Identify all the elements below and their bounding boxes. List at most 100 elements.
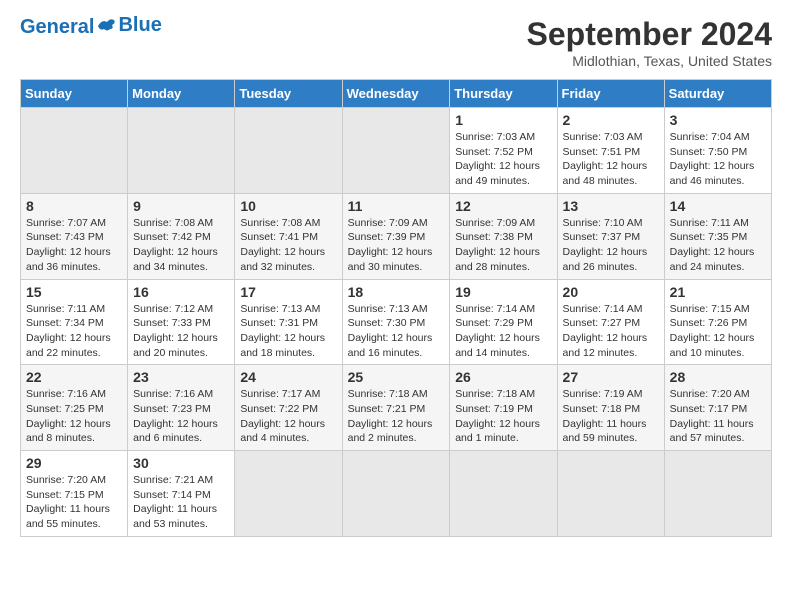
calendar-cell: 11 Sunrise: 7:09 AM Sunset: 7:39 PM Dayl…	[342, 193, 450, 279]
calendar-table: SundayMondayTuesdayWednesdayThursdayFrid…	[20, 79, 772, 537]
day-number: 26	[455, 369, 551, 385]
calendar-cell	[450, 451, 557, 537]
cell-content: Sunrise: 7:07 AM Sunset: 7:43 PM Dayligh…	[26, 217, 111, 273]
cell-content: Sunrise: 7:13 AM Sunset: 7:31 PM Dayligh…	[240, 303, 325, 359]
calendar-cell: 28 Sunrise: 7:20 AM Sunset: 7:17 PM Dayl…	[664, 365, 771, 451]
calendar-cell: 27 Sunrise: 7:19 AM Sunset: 7:18 PM Dayl…	[557, 365, 664, 451]
calendar-cell: 17 Sunrise: 7:13 AM Sunset: 7:31 PM Dayl…	[235, 279, 342, 365]
cell-content: Sunrise: 7:10 AM Sunset: 7:37 PM Dayligh…	[563, 217, 648, 273]
cell-content: Sunrise: 7:20 AM Sunset: 7:17 PM Dayligh…	[670, 388, 754, 444]
calendar-cell	[235, 451, 342, 537]
weekday-header-friday: Friday	[557, 80, 664, 108]
calendar-cell: 22 Sunrise: 7:16 AM Sunset: 7:25 PM Dayl…	[21, 365, 128, 451]
calendar-body: 1 Sunrise: 7:03 AM Sunset: 7:52 PM Dayli…	[21, 108, 772, 537]
cell-content: Sunrise: 7:17 AM Sunset: 7:22 PM Dayligh…	[240, 388, 325, 444]
page-header: General Blue September 2024 Midlothian, …	[20, 16, 772, 69]
calendar-cell	[664, 451, 771, 537]
day-number: 27	[563, 369, 659, 385]
day-number: 19	[455, 284, 551, 300]
day-number: 28	[670, 369, 766, 385]
calendar-cell: 23 Sunrise: 7:16 AM Sunset: 7:23 PM Dayl…	[128, 365, 235, 451]
day-number: 1	[455, 112, 551, 128]
calendar-cell: 8 Sunrise: 7:07 AM Sunset: 7:43 PM Dayli…	[21, 193, 128, 279]
calendar-cell: 10 Sunrise: 7:08 AM Sunset: 7:41 PM Dayl…	[235, 193, 342, 279]
calendar-cell: 19 Sunrise: 7:14 AM Sunset: 7:29 PM Dayl…	[450, 279, 557, 365]
weekday-header-saturday: Saturday	[664, 80, 771, 108]
weekday-header-wednesday: Wednesday	[342, 80, 450, 108]
day-number: 8	[26, 198, 122, 214]
calendar-week-1: 1 Sunrise: 7:03 AM Sunset: 7:52 PM Dayli…	[21, 108, 772, 194]
calendar-cell: 12 Sunrise: 7:09 AM Sunset: 7:38 PM Dayl…	[450, 193, 557, 279]
calendar-cell: 30 Sunrise: 7:21 AM Sunset: 7:14 PM Dayl…	[128, 451, 235, 537]
day-number: 21	[670, 284, 766, 300]
day-number: 23	[133, 369, 229, 385]
day-number: 11	[348, 198, 445, 214]
title-area: September 2024 Midlothian, Texas, United…	[527, 16, 772, 69]
day-number: 3	[670, 112, 766, 128]
weekday-header-monday: Monday	[128, 80, 235, 108]
cell-content: Sunrise: 7:13 AM Sunset: 7:30 PM Dayligh…	[348, 303, 433, 359]
calendar-cell: 2 Sunrise: 7:03 AM Sunset: 7:51 PM Dayli…	[557, 108, 664, 194]
calendar-cell: 20 Sunrise: 7:14 AM Sunset: 7:27 PM Dayl…	[557, 279, 664, 365]
bird-icon	[96, 17, 118, 35]
cell-content: Sunrise: 7:14 AM Sunset: 7:27 PM Dayligh…	[563, 303, 648, 359]
cell-content: Sunrise: 7:14 AM Sunset: 7:29 PM Dayligh…	[455, 303, 540, 359]
day-number: 30	[133, 455, 229, 471]
day-number: 22	[26, 369, 122, 385]
calendar-cell	[21, 108, 128, 194]
cell-content: Sunrise: 7:16 AM Sunset: 7:23 PM Dayligh…	[133, 388, 218, 444]
calendar-cell: 26 Sunrise: 7:18 AM Sunset: 7:19 PM Dayl…	[450, 365, 557, 451]
logo: General Blue	[20, 16, 162, 39]
day-number: 10	[240, 198, 336, 214]
cell-content: Sunrise: 7:08 AM Sunset: 7:41 PM Dayligh…	[240, 217, 325, 273]
day-number: 24	[240, 369, 336, 385]
cell-content: Sunrise: 7:16 AM Sunset: 7:25 PM Dayligh…	[26, 388, 111, 444]
day-number: 25	[348, 369, 445, 385]
month-title: September 2024	[527, 16, 772, 53]
day-number: 9	[133, 198, 229, 214]
weekday-header-thursday: Thursday	[450, 80, 557, 108]
cell-content: Sunrise: 7:18 AM Sunset: 7:19 PM Dayligh…	[455, 388, 540, 444]
calendar-cell: 16 Sunrise: 7:12 AM Sunset: 7:33 PM Dayl…	[128, 279, 235, 365]
cell-content: Sunrise: 7:03 AM Sunset: 7:52 PM Dayligh…	[455, 131, 540, 187]
logo-blue-text: Blue	[118, 14, 161, 37]
day-number: 14	[670, 198, 766, 214]
calendar-cell: 1 Sunrise: 7:03 AM Sunset: 7:52 PM Dayli…	[450, 108, 557, 194]
cell-content: Sunrise: 7:21 AM Sunset: 7:14 PM Dayligh…	[133, 474, 217, 530]
cell-content: Sunrise: 7:12 AM Sunset: 7:33 PM Dayligh…	[133, 303, 218, 359]
calendar-cell	[342, 451, 450, 537]
calendar-cell: 9 Sunrise: 7:08 AM Sunset: 7:42 PM Dayli…	[128, 193, 235, 279]
calendar-week-5: 29 Sunrise: 7:20 AM Sunset: 7:15 PM Dayl…	[21, 451, 772, 537]
calendar-cell: 13 Sunrise: 7:10 AM Sunset: 7:37 PM Dayl…	[557, 193, 664, 279]
day-number: 15	[26, 284, 122, 300]
calendar-cell	[235, 108, 342, 194]
weekday-header-tuesday: Tuesday	[235, 80, 342, 108]
calendar-header-row: SundayMondayTuesdayWednesdayThursdayFrid…	[21, 80, 772, 108]
calendar-week-2: 8 Sunrise: 7:07 AM Sunset: 7:43 PM Dayli…	[21, 193, 772, 279]
weekday-header-sunday: Sunday	[21, 80, 128, 108]
cell-content: Sunrise: 7:20 AM Sunset: 7:15 PM Dayligh…	[26, 474, 110, 530]
calendar-week-3: 15 Sunrise: 7:11 AM Sunset: 7:34 PM Dayl…	[21, 279, 772, 365]
cell-content: Sunrise: 7:03 AM Sunset: 7:51 PM Dayligh…	[563, 131, 648, 187]
cell-content: Sunrise: 7:18 AM Sunset: 7:21 PM Dayligh…	[348, 388, 433, 444]
day-number: 13	[563, 198, 659, 214]
day-number: 18	[348, 284, 445, 300]
calendar-cell: 24 Sunrise: 7:17 AM Sunset: 7:22 PM Dayl…	[235, 365, 342, 451]
calendar-cell: 3 Sunrise: 7:04 AM Sunset: 7:50 PM Dayli…	[664, 108, 771, 194]
cell-content: Sunrise: 7:04 AM Sunset: 7:50 PM Dayligh…	[670, 131, 755, 187]
day-number: 2	[563, 112, 659, 128]
cell-content: Sunrise: 7:15 AM Sunset: 7:26 PM Dayligh…	[670, 303, 755, 359]
cell-content: Sunrise: 7:11 AM Sunset: 7:35 PM Dayligh…	[670, 217, 755, 273]
cell-content: Sunrise: 7:09 AM Sunset: 7:39 PM Dayligh…	[348, 217, 433, 273]
cell-content: Sunrise: 7:19 AM Sunset: 7:18 PM Dayligh…	[563, 388, 647, 444]
calendar-cell: 18 Sunrise: 7:13 AM Sunset: 7:30 PM Dayl…	[342, 279, 450, 365]
calendar-cell	[557, 451, 664, 537]
day-number: 20	[563, 284, 659, 300]
calendar-cell	[342, 108, 450, 194]
cell-content: Sunrise: 7:11 AM Sunset: 7:34 PM Dayligh…	[26, 303, 111, 359]
location: Midlothian, Texas, United States	[527, 53, 772, 69]
cell-content: Sunrise: 7:08 AM Sunset: 7:42 PM Dayligh…	[133, 217, 218, 273]
calendar-cell: 29 Sunrise: 7:20 AM Sunset: 7:15 PM Dayl…	[21, 451, 128, 537]
calendar-cell: 15 Sunrise: 7:11 AM Sunset: 7:34 PM Dayl…	[21, 279, 128, 365]
cell-content: Sunrise: 7:09 AM Sunset: 7:38 PM Dayligh…	[455, 217, 540, 273]
